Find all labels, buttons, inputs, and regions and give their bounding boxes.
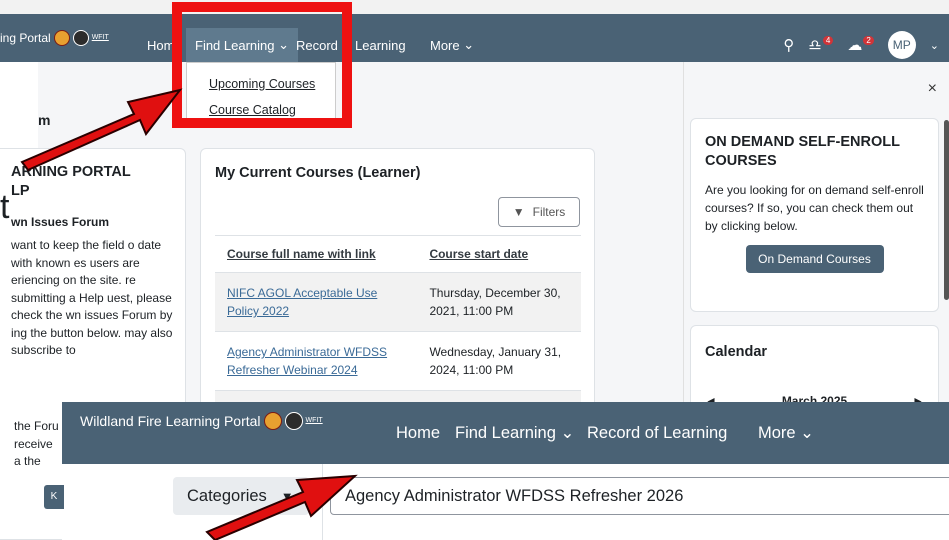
chevron-down-icon: ⌄ [795,424,815,442]
nav-home[interactable]: Hom [147,28,174,62]
on-demand-courses-button[interactable]: On Demand Courses [745,245,884,273]
red-arrow-annotation [20,88,183,172]
course-start-date: Wednesday, January 31, 2024, 11:00 PM [417,331,581,391]
wfit-logo: WFIT [305,417,323,424]
inset-brand[interactable]: Wildland Fire Learning Portal WFIT [80,412,323,430]
on-demand-card: ON DEMAND SELF-ENROLL COURSES Are you lo… [690,118,939,312]
nav-learning[interactable]: Learning [355,28,406,62]
avatar[interactable]: MP [887,31,916,59]
column-header-start-date[interactable]: Course start date [417,235,581,273]
fire-logo-icon [263,412,282,430]
inset-nav-more-label: More [758,423,796,442]
column-header-name[interactable]: Course full name with link [215,235,418,273]
chevron-down-icon: ⌄ [459,37,475,52]
notifications-badge: 4 [822,36,834,45]
inset-nav-record-of-learning[interactable]: Record of Learning [587,402,727,464]
notifications-button[interactable]: ♎ 4 [808,36,834,54]
background-letter: t [0,188,10,226]
site-brand[interactable]: ing Portal WFIT [0,30,109,46]
nav-learning-label: Learning [355,37,406,53]
search-icon[interactable]: ⚲ [783,36,794,54]
inset-nav-home[interactable]: Home [396,402,440,464]
course-link[interactable]: NIFC AGOL Acceptable Use Policy 2022 [227,286,377,318]
courses-table: Course full name with link Course start … [215,235,581,417]
known-issues-text: want to keep the field o date with known… [11,238,173,357]
course-search-input[interactable]: Agency Administrator WFDSS Refresher 202… [330,477,949,515]
courses-title: My Current Courses (Learner) [215,165,421,181]
close-icon[interactable]: × [928,80,937,98]
course-link[interactable]: Agency Administrator WFDSS Refresher Web… [227,345,387,377]
drawer-scrollbar[interactable] [944,120,949,300]
current-courses-card: My Current Courses (Learner) ▼ Filters C… [200,148,595,418]
filter-icon: ▼ [512,205,525,219]
filters-button[interactable]: ▼ Filters [498,197,580,227]
inset-nav-more[interactable]: More ⌄ [758,402,814,464]
agency-logo-icon [72,30,89,46]
table-row: NIFC AGOL Acceptable Use Policy 2022 Thu… [215,272,581,332]
inset-screenshot: Wildland Fire Learning Portal WFIT Home … [62,402,949,540]
calendar-title: Calendar [705,344,768,360]
fire-logo-icon [53,30,70,46]
nav-more-label: More [430,37,460,53]
filters-label: Filters [532,205,566,219]
wfit-logo: WFIT [91,34,109,41]
messages-button[interactable]: ☁ 2 [847,36,874,54]
user-tools: ⚲ ♎ 4 ☁ 2 MP ⌄ [783,28,939,62]
course-start-date: Thursday, December 30, 2021, 11:00 PM [417,272,581,332]
help-button[interactable]: K [44,485,64,509]
inset-nav-find-learning-label: Find Learning [455,423,556,442]
chevron-down-icon[interactable]: ⌄ [930,39,939,52]
chat-icon: ☁ [847,37,863,54]
table-row: Agency Administrator WFDSS Refresher Web… [215,331,581,391]
highlight-box [172,2,352,128]
messages-badge: 2 [863,36,874,45]
site-title: ing Portal [0,31,51,45]
nav-more[interactable]: More ⌄ [430,28,474,62]
top-navbar: ing Portal WFIT Hom Find Learning ⌄ Reco… [0,0,949,62]
help-extra-text: the Foru receive a the Foru [14,418,62,474]
on-demand-title: ON DEMAND SELF-ENROLL COURSES [705,134,900,169]
known-issues-heading: wn Issues Forum [11,215,110,229]
on-demand-text: Are you looking for on demand self-enrol… [705,183,924,233]
inset-navbar: Wildland Fire Learning Portal WFIT Home … [62,402,949,464]
chevron-down-icon: ⌄ [555,424,575,442]
bell-icon: ♎ [808,37,822,54]
nav-home-label: Hom [147,37,175,53]
inset-nav-find-learning[interactable]: Find Learning ⌄ [455,402,574,464]
inset-site-title: Wildland Fire Learning Portal [80,413,261,429]
agency-logo-icon [284,412,303,430]
red-arrow-annotation [205,474,358,540]
